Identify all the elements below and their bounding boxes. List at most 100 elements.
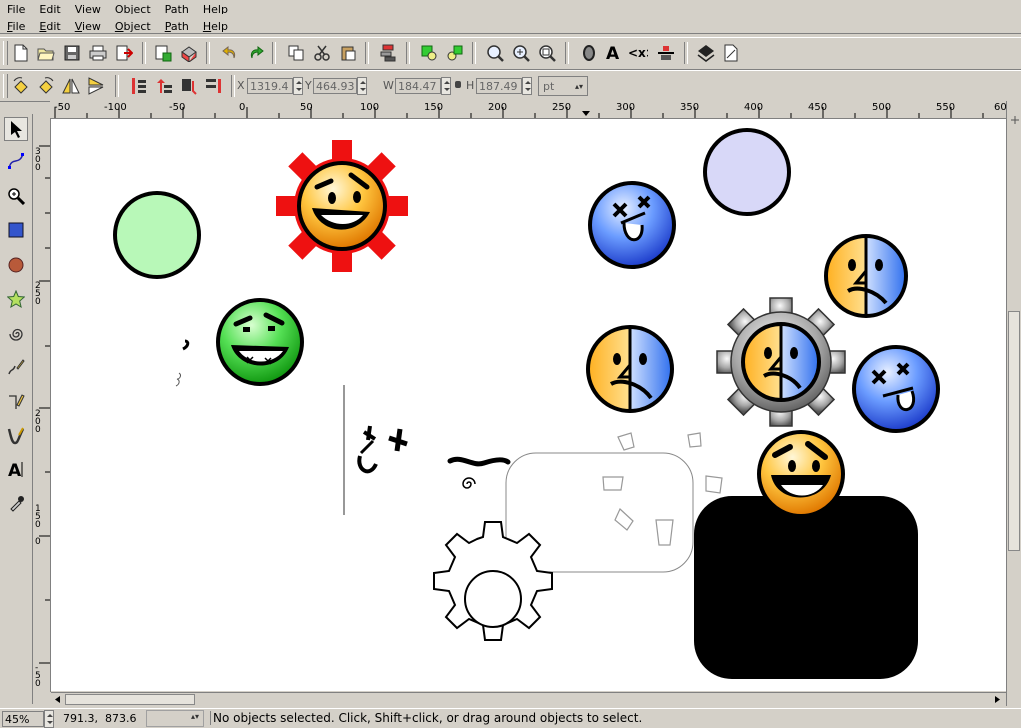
cut-icon[interactable] — [311, 42, 333, 64]
hruler-label: 200 — [488, 102, 508, 113]
menu-view[interactable]: View — [68, 20, 108, 33]
layer-selector[interactable]: ▴▾ — [146, 710, 204, 727]
blue-dead-face-right[interactable] — [852, 345, 940, 433]
pen-tool-icon[interactable] — [4, 390, 28, 414]
toolbar-grip[interactable] — [3, 41, 8, 65]
toolbox: A — [0, 114, 33, 704]
rotate-ccw-icon[interactable] — [10, 75, 32, 97]
svg-text:<x>: <x> — [628, 46, 648, 60]
import-icon[interactable] — [152, 42, 174, 64]
layers-icon[interactable] — [695, 42, 717, 64]
scroll-right-icon[interactable] — [992, 694, 1003, 705]
split-face-top-right[interactable] — [824, 234, 908, 318]
text-icon[interactable]: A — [602, 42, 624, 64]
h-field[interactable]: 187.49 — [476, 78, 522, 94]
orange-smiley[interactable] — [757, 430, 845, 518]
pencil-tool-icon[interactable] — [4, 355, 28, 379]
vruler-label: 250 — [35, 281, 41, 307]
lavender-circle[interactable] — [703, 128, 791, 216]
group-icon[interactable] — [378, 42, 400, 64]
red-gear-smiley[interactable] — [276, 140, 408, 272]
zoom-selection-icon[interactable] — [510, 42, 532, 64]
wave-stroke[interactable] — [447, 456, 511, 467]
x-spinner[interactable] — [293, 77, 303, 95]
duplicate-icon[interactable] — [285, 42, 307, 64]
menu-edit[interactable]: Edit — [32, 20, 67, 33]
menu-path[interactable]: Path — [158, 20, 196, 33]
rotate-cw-icon[interactable] — [35, 75, 57, 97]
print-icon[interactable] — [87, 42, 109, 64]
outline-gear[interactable] — [433, 521, 553, 641]
save-icon[interactable] — [61, 42, 83, 64]
lower-to-bottom-icon[interactable] — [203, 75, 225, 97]
selector-tool-icon[interactable] — [4, 117, 28, 141]
hruler-label: -50 — [54, 102, 71, 113]
menu-help[interactable]: Help — [196, 20, 235, 33]
zoom-field[interactable]: 45% — [2, 711, 44, 727]
selector-toolbar: X 1319.4 Y 464.93 W 184.47 H 187.49 pt ▴▾ — [0, 70, 1021, 102]
h-spinner[interactable] — [522, 77, 532, 95]
unit-select[interactable]: pt ▴▾ — [538, 76, 588, 96]
zoom-tool-icon[interactable] — [4, 184, 28, 208]
new-icon[interactable] — [10, 42, 32, 64]
vertical-scrollbar[interactable] — [1006, 101, 1021, 706]
xml-editor-icon[interactable]: <x> — [627, 42, 649, 64]
vruler-label: -50 — [35, 663, 41, 689]
lower-icon[interactable] — [178, 75, 200, 97]
vruler-label: 200 — [35, 409, 41, 435]
spiral-tool-icon[interactable] — [4, 322, 28, 346]
vertical-scroll-thumb[interactable] — [1008, 311, 1020, 551]
y-spinner[interactable] — [357, 77, 367, 95]
paste-icon[interactable] — [337, 42, 359, 64]
vertical-ruler[interactable]: 300 250 200 150 0 -50 — [33, 118, 51, 692]
raise-icon[interactable] — [153, 75, 175, 97]
lock-icon[interactable] — [455, 81, 461, 88]
star-tool-icon[interactable] — [4, 287, 28, 311]
menu-file[interactable]: File — [0, 20, 32, 33]
toolbar-grip[interactable] — [3, 74, 8, 98]
zoom-fit-icon[interactable] — [484, 42, 506, 64]
dropper-tool-icon[interactable] — [4, 491, 28, 515]
flip-horizontal-icon[interactable] — [60, 75, 82, 97]
small-spiral[interactable] — [462, 477, 476, 489]
scroll-left-icon[interactable] — [52, 694, 63, 705]
horizontal-scroll-thumb[interactable] — [65, 694, 195, 705]
zoom-spinner[interactable] — [44, 710, 54, 728]
text-tool-icon[interactable]: A — [4, 457, 28, 481]
raise-to-top-icon[interactable] — [128, 75, 150, 97]
y-field[interactable]: 464.93 — [313, 78, 357, 94]
node-join-icon[interactable] — [418, 42, 440, 64]
metal-gear-split-face[interactable] — [716, 297, 846, 427]
black-rounded-rect[interactable] — [694, 496, 918, 679]
dead-face-fragment[interactable] — [357, 425, 408, 474]
redo-icon[interactable] — [245, 42, 267, 64]
drawing-canvas[interactable] — [51, 119, 1006, 691]
node-tool-icon[interactable] — [4, 149, 28, 173]
green-circle[interactable] — [113, 191, 201, 279]
open-icon[interactable] — [35, 42, 57, 64]
ellipse-tool-icon[interactable] — [4, 253, 28, 277]
zoom-corner-icon[interactable] — [1007, 103, 1021, 137]
calligraphy-tool-icon[interactable] — [4, 424, 28, 448]
hruler-label: 0 — [239, 102, 246, 113]
menu-object[interactable]: Object — [108, 20, 158, 33]
x-field[interactable]: 1319.4 — [247, 78, 293, 94]
export-icon[interactable] — [178, 42, 200, 64]
blue-dead-face-top[interactable] — [588, 181, 676, 269]
split-face-left[interactable] — [586, 325, 674, 413]
w-spinner[interactable] — [441, 77, 451, 95]
w-field[interactable]: 184.47 — [395, 78, 441, 94]
flip-vertical-icon[interactable] — [85, 75, 107, 97]
node-break-icon[interactable] — [444, 42, 466, 64]
import-export-icon[interactable] — [113, 42, 135, 64]
ghost-menu-view: View — [74, 4, 101, 14]
horizontal-scrollbar[interactable] — [51, 692, 1006, 707]
document-properties-icon[interactable] — [720, 42, 742, 64]
green-smiley[interactable] — [216, 298, 304, 386]
zoom-drawing-icon[interactable] — [536, 42, 558, 64]
align-icon[interactable] — [655, 42, 677, 64]
horizontal-ruler[interactable]: -50 -100 -50 0 50 100 150 200 250 300 35… — [50, 101, 1006, 119]
rectangle-tool-icon[interactable] — [4, 218, 28, 242]
fill-stroke-icon[interactable] — [578, 42, 600, 64]
undo-icon[interactable] — [219, 42, 241, 64]
